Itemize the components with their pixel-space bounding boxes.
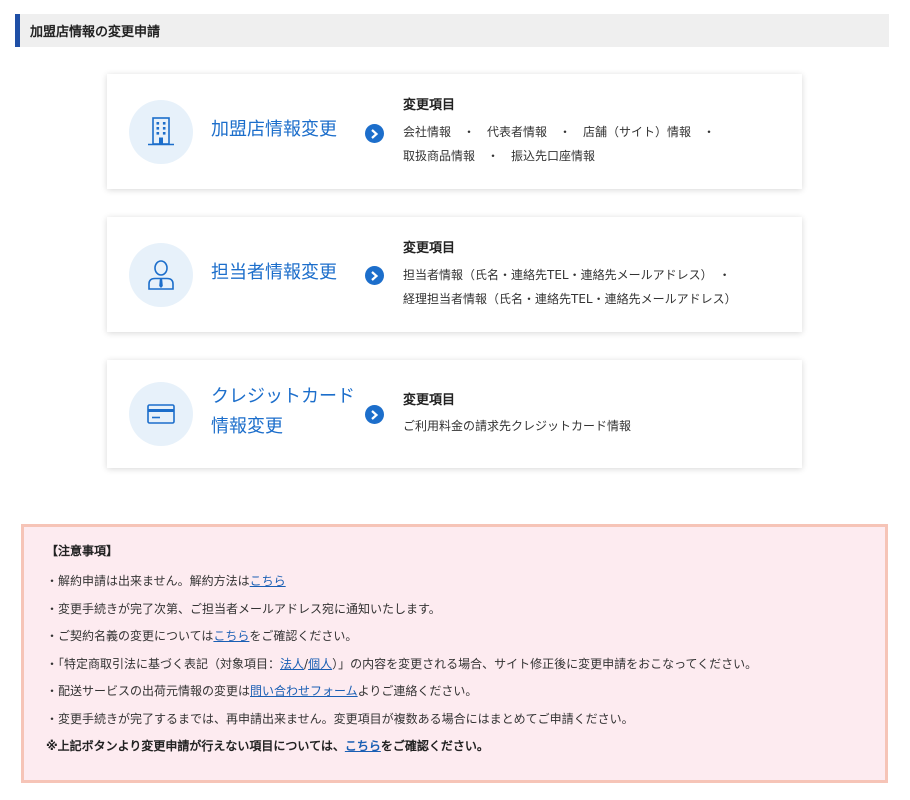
- corporation-link[interactable]: 法人: [280, 657, 304, 671]
- notice-item: ・配送サービスの出荷元情報の変更は問い合わせフォームよりご連絡ください。: [46, 678, 885, 706]
- card-title-line: クレジットカード: [211, 386, 355, 407]
- items-line: 経理担当者情報（氏名・連絡先TEL・連絡先メールアドレス）: [403, 292, 737, 306]
- notice-bold-item: ※上記ボタンより変更申請が行えない項目については、こちらをご確認ください。: [46, 733, 885, 760]
- card-title: 担当者情報変更: [211, 262, 337, 283]
- credit-card-change-button[interactable]: クレジットカード 情報変更 変更項目 ご利用料金の請求先クレジットカード情報: [107, 360, 802, 468]
- person-icon: [129, 243, 193, 307]
- chevron-right-icon: [365, 405, 384, 424]
- notice-text: ）」の内容を変更される場合、サイト修正後に変更申請をおこなってください。: [332, 656, 758, 671]
- inquiry-form-link[interactable]: 問い合わせフォーム: [250, 684, 358, 698]
- notice-item: ・変更手続きが完了するまでは、再申請出来ません。変更項目が複数ある場合にはまとめ…: [46, 711, 634, 726]
- chevron-right-icon: [365, 124, 384, 143]
- items-line: 担当者情報（氏名・連絡先TEL・連絡先メールアドレス） ・: [403, 268, 731, 282]
- notice-text: よりご連絡ください。: [357, 684, 478, 698]
- notice-text: をご確認ください。: [380, 739, 489, 753]
- card-title-line: 情報変更: [211, 416, 283, 437]
- other-items-link[interactable]: こちら: [345, 739, 381, 753]
- items-line: 会社情報 ・ 代表者情報 ・ 店舗（サイト）情報 ・: [403, 125, 716, 139]
- notice-item: ・ご契約名義の変更についてはこちらをご確認ください。: [46, 623, 885, 651]
- notice-text: ・「特定商取引法に基づく表記（対象項目：: [46, 656, 281, 671]
- chevron-right-icon: [365, 266, 384, 285]
- items-line: 取扱商品情報 ・ 振込先口座情報: [403, 149, 596, 163]
- merchant-info-change-button[interactable]: 加盟店情報変更 変更項目 会社情報 ・ 代表者情報 ・ 店舗（サイト）情報 ・ …: [107, 74, 802, 189]
- notice-item: ・解約申請は出来ません。解約方法はこちら: [46, 568, 885, 596]
- items-list: 会社情報 ・ 代表者情報 ・ 店舗（サイト）情報 ・ 取扱商品情報 ・ 振込先口…: [403, 120, 783, 168]
- card-title: クレジットカード 情報変更: [211, 382, 371, 442]
- contract-name-link[interactable]: こちら: [213, 629, 249, 643]
- items-heading: 変更項目: [403, 98, 456, 113]
- notice-item: ・変更手続きが完了次第、ご担当者メールアドレス宛に通知いたします。: [46, 601, 441, 616]
- items-list: ご利用料金の請求先クレジットカード情報: [403, 414, 783, 438]
- items-heading: 変更項目: [403, 241, 456, 256]
- building-icon: [129, 100, 193, 164]
- page-header: 加盟店情報の変更申請: [15, 14, 889, 47]
- notice-text: ・配送サービスの出荷元情報の変更は: [46, 684, 251, 698]
- notice-text: をご確認ください。: [249, 629, 358, 643]
- cancellation-link[interactable]: こちら: [250, 574, 286, 588]
- credit-card-icon: [129, 382, 193, 446]
- notice-box: 【注意事項】 ・解約申請は出来ません。解約方法はこちら ・変更手続きが完了次第、…: [21, 524, 888, 783]
- individual-link[interactable]: 個人: [308, 657, 332, 671]
- notice-text: ・ご契約名義の変更については: [46, 629, 214, 643]
- notice-item: ・「特定商取引法に基づく表記（対象項目：法人/個人）」の内容を変更される場合、サ…: [46, 651, 885, 679]
- items-heading: 変更項目: [403, 393, 456, 408]
- items-line: ご利用料金の請求先クレジットカード情報: [403, 419, 632, 433]
- notice-text: ※上記ボタンより変更申請が行えない項目については、: [46, 739, 345, 753]
- items-list: 担当者情報（氏名・連絡先TEL・連絡先メールアドレス） ・ 経理担当者情報（氏名…: [403, 263, 793, 311]
- notice-title: 【注意事項】: [46, 544, 119, 558]
- card-title: 加盟店情報変更: [211, 119, 337, 140]
- notice-text: ・解約申請は出来ません。解約方法は: [46, 574, 250, 588]
- page-title: 加盟店情報の変更申請: [30, 25, 161, 40]
- contact-person-change-button[interactable]: 担当者情報変更 変更項目 担当者情報（氏名・連絡先TEL・連絡先メールアドレス）…: [107, 217, 802, 332]
